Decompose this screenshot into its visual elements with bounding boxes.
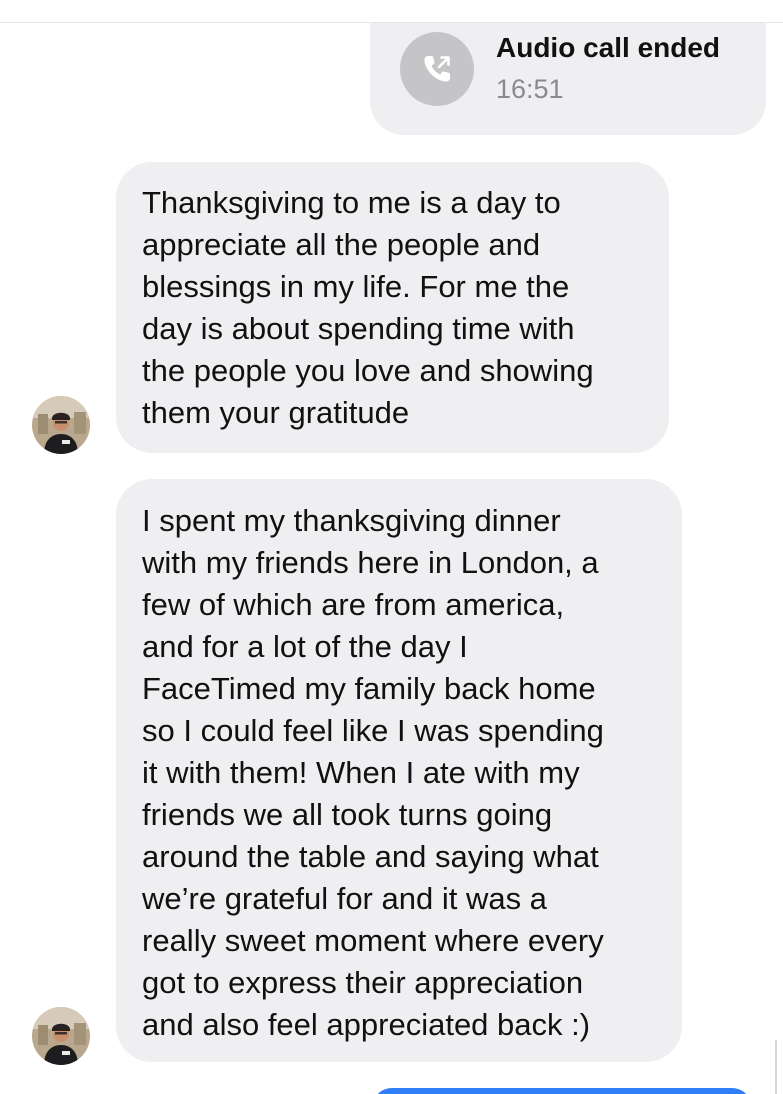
- call-status-title: Audio call ended: [496, 32, 721, 63]
- scrollbar[interactable]: [775, 1040, 777, 1094]
- avatar-photo: [32, 1007, 90, 1065]
- outgoing-message-bubble[interactable]: [372, 1088, 752, 1094]
- message-text: I spent my thanksgiving dinner with my f…: [142, 503, 604, 1042]
- contact-avatar[interactable]: [32, 396, 90, 454]
- call-timestamp: 16:51: [496, 74, 564, 104]
- message-text: Thanksgiving to me is a day to appreciat…: [142, 185, 594, 430]
- header-divider: [0, 22, 783, 23]
- call-icon-button[interactable]: [400, 32, 474, 106]
- contact-avatar[interactable]: [32, 1007, 90, 1065]
- message-bubble[interactable]: I spent my thanksgiving dinner with my f…: [116, 479, 682, 1062]
- message-bubble[interactable]: Thanksgiving to me is a day to appreciat…: [116, 162, 669, 453]
- header-area: [0, 0, 783, 22]
- chat-screen: Audio call ended 16:51 Thanksgiving to m…: [0, 0, 783, 1094]
- avatar-photo: [32, 396, 90, 454]
- phone-outgoing-icon: [424, 56, 450, 82]
